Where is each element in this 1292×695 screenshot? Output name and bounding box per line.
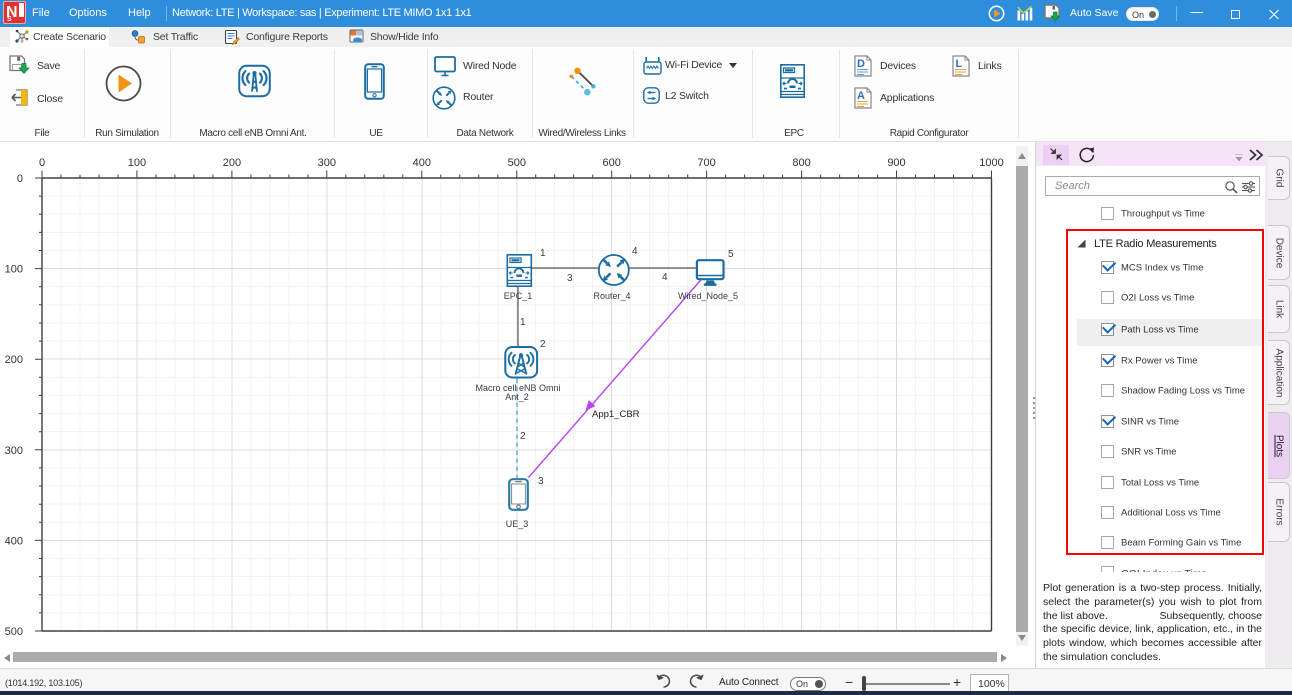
svg-text:1000: 1000 [979,157,1003,169]
svg-text:400: 400 [5,535,23,547]
svg-text:L: L [956,58,963,70]
svg-text:100: 100 [128,157,146,169]
svg-text:D: D [857,58,865,70]
svg-text:0: 0 [39,157,45,169]
svg-text:300: 300 [318,157,336,169]
svg-text:200: 200 [223,157,241,169]
svg-text:500: 500 [508,157,526,169]
svg-text:100: 100 [5,264,23,276]
svg-text:600: 600 [603,157,621,169]
svg-text:400: 400 [413,157,431,169]
svg-text:900: 900 [887,157,905,169]
svg-text:0: 0 [17,173,23,185]
svg-text:700: 700 [697,157,715,169]
svg-text:800: 800 [792,157,810,169]
svg-text:A: A [857,90,865,102]
svg-text:300: 300 [5,445,23,457]
svg-text:500: 500 [5,626,23,638]
svg-text:200: 200 [5,354,23,366]
